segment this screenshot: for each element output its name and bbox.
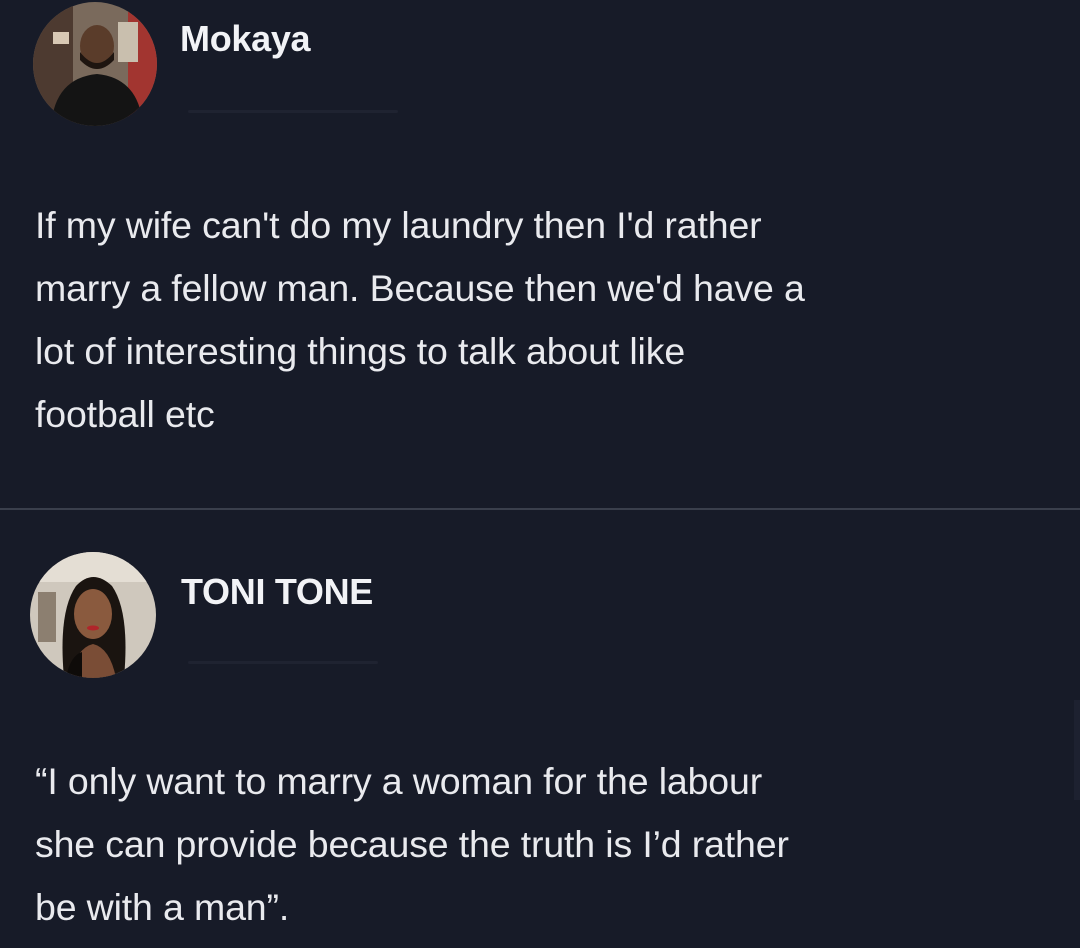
woman-avatar-icon xyxy=(30,552,156,678)
tweet-text-line: “I only want to marry a woman for the la… xyxy=(35,760,763,802)
author-display-name[interactable]: TONI TONE xyxy=(181,571,373,613)
tweet-text-line: marry a fellow man. Because then we'd ha… xyxy=(35,267,805,309)
tweet-body: If my wife can't do my laundry then I'd … xyxy=(35,194,1045,446)
author-handle-placeholder xyxy=(188,661,378,664)
tweet-text-line: football etc xyxy=(35,393,215,435)
man-avatar-icon xyxy=(33,2,157,126)
tweet-mokaya[interactable]: Mokaya If my wife can't do my laundry th… xyxy=(0,0,1080,508)
tweet-toni-tone[interactable]: TONI TONE “I only want to marry a woman … xyxy=(0,510,1080,948)
mokaya-avatar[interactable] xyxy=(33,2,157,126)
author-handle-placeholder xyxy=(188,110,398,113)
tweet-body: “I only want to marry a woman for the la… xyxy=(35,750,1045,939)
tweet-text-line: If my wife can't do my laundry then I'd … xyxy=(35,204,762,246)
toni-tone-avatar[interactable] xyxy=(30,552,156,678)
tweet-text-line: be with a man”. xyxy=(35,886,290,928)
tweet-text-line: she can provide because the truth is I’d… xyxy=(35,823,789,865)
tweet-text-line: lot of interesting things to talk about … xyxy=(35,330,686,372)
scrollbar-thumb[interactable] xyxy=(1074,700,1080,800)
author-display-name[interactable]: Mokaya xyxy=(180,18,311,60)
